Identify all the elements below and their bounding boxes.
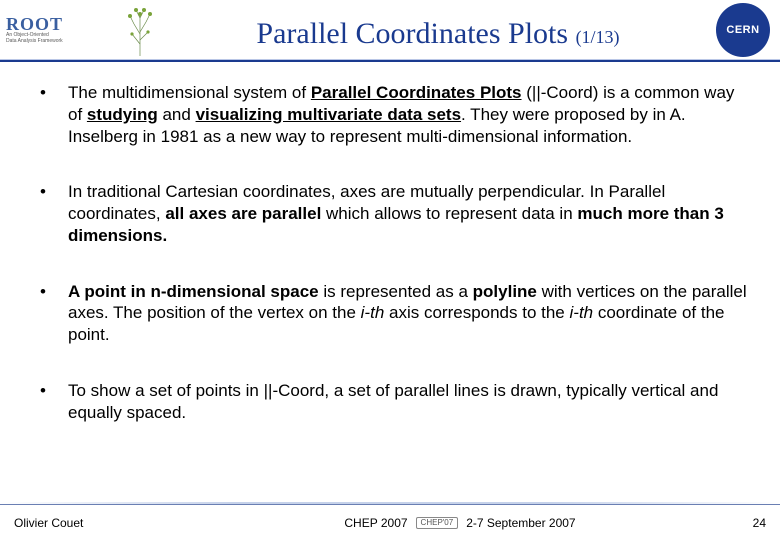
- slide-title: Parallel Coordinates Plots (1/13): [160, 9, 716, 51]
- root-tree-icon: [120, 4, 160, 56]
- text-segment: A point in n-dimensional space: [68, 282, 319, 301]
- slide-title-count: (1/13): [576, 27, 620, 47]
- bullet-item: In traditional Cartesian coordinates, ax…: [34, 181, 750, 246]
- slide-header: ROOT An Object-Oriented Data Analysis Fr…: [0, 0, 780, 62]
- text-segment: i-th: [361, 303, 385, 322]
- bullet-list: The multidimensional system of Parallel …: [34, 82, 750, 423]
- root-logo: ROOT An Object-Oriented Data Analysis Fr…: [0, 0, 120, 61]
- cern-logo-text: CERN: [726, 24, 759, 36]
- slide-body: The multidimensional system of Parallel …: [0, 62, 780, 504]
- text-segment: and: [158, 105, 196, 124]
- text-segment: polyline: [473, 282, 537, 301]
- slide-title-text: Parallel Coordinates Plots: [256, 17, 568, 50]
- text-segment: which allows to represent data in: [321, 204, 577, 223]
- bullet-item: A point in n-dimensional space is repres…: [34, 281, 750, 346]
- footer-event: CHEP 2007: [344, 516, 407, 530]
- root-logo-subtitle-2: Data Analysis Framework: [6, 39, 63, 45]
- chep-badge-icon: CHEP'07: [416, 517, 459, 529]
- text-segment: i-th: [570, 303, 594, 322]
- text-segment: The multidimensional system of: [68, 83, 311, 102]
- footer-center: CHEP 2007 CHEP'07 2-7 September 2007: [214, 516, 706, 530]
- text-segment: visualizing multivariate data sets: [196, 105, 461, 124]
- bullet-item: To show a set of points in ||-Coord, a s…: [34, 380, 750, 424]
- text-segment: all axes are parallel: [165, 204, 321, 223]
- slide-footer: Olivier Couet CHEP 2007 CHEP'07 2-7 Sept…: [0, 504, 780, 540]
- text-segment: axis corresponds to the: [384, 303, 569, 322]
- text-segment: is represented as a: [319, 282, 473, 301]
- text-segment: Parallel Coordinates Plots: [311, 83, 522, 102]
- root-logo-text: ROOT: [6, 15, 63, 33]
- footer-author: Olivier Couet: [14, 516, 214, 530]
- slide: ROOT An Object-Oriented Data Analysis Fr…: [0, 0, 780, 540]
- bullet-item: The multidimensional system of Parallel …: [34, 82, 750, 147]
- footer-page-number: 24: [706, 516, 766, 530]
- cern-logo-icon: CERN: [716, 3, 770, 57]
- text-segment: To show a set of points in ||-Coord, a s…: [68, 381, 718, 422]
- text-segment: studying: [87, 105, 158, 124]
- footer-dates: 2-7 September 2007: [466, 516, 575, 530]
